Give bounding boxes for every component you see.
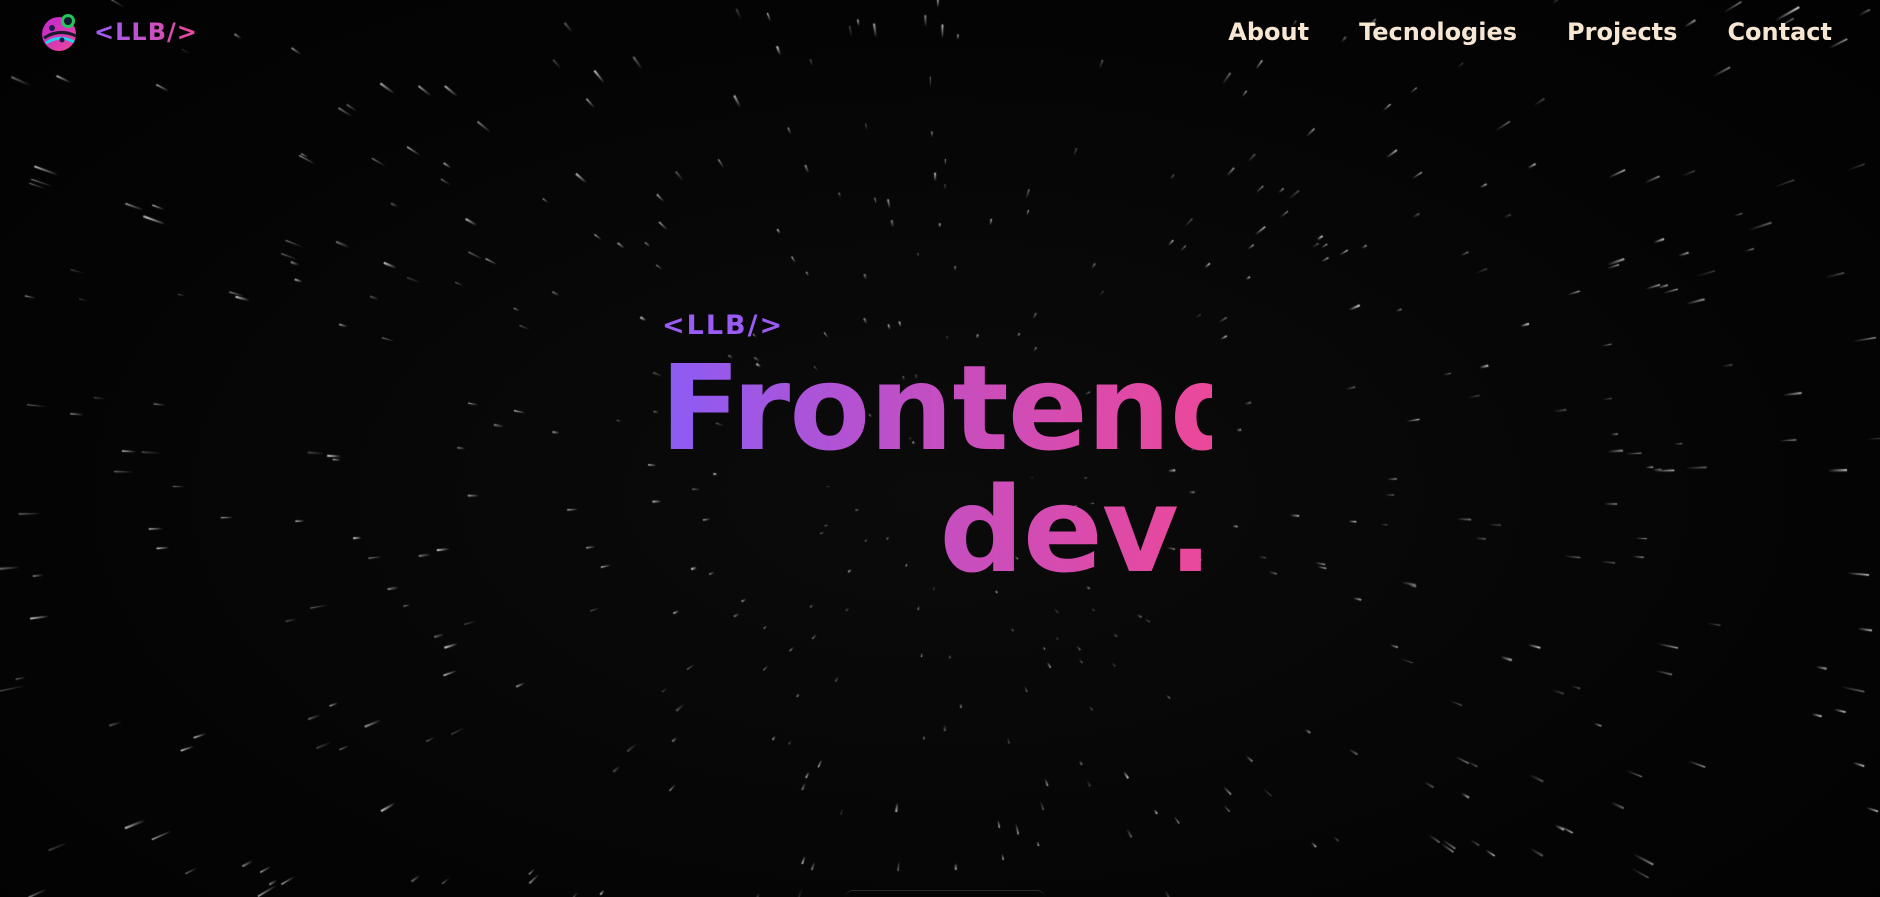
scroll-indicator[interactable] [845, 890, 1045, 897]
nav-link-projects[interactable]: Projects [1567, 18, 1677, 46]
nav-link-about[interactable]: About [1228, 18, 1309, 46]
nav-link-tecnologies[interactable]: Tecnologies [1359, 18, 1517, 46]
brand-text: <LLB/> [94, 18, 198, 46]
hero-title-line2: dev. [939, 461, 1212, 599]
hero-tag: <LLB/> [662, 310, 785, 341]
hero-section: <LLB/> Frontend dev. [660, 310, 1220, 591]
nav-link-contact[interactable]: Contact [1727, 18, 1832, 46]
brand-home-link[interactable]: <LLB/> [38, 10, 198, 54]
page: <LLB/> About Tecnologies Projects Contac… [0, 0, 1880, 897]
nav-links: About Tecnologies Projects Contact [1228, 18, 1832, 46]
navbar: <LLB/> About Tecnologies Projects Contac… [0, 0, 1880, 70]
hero-title: Frontend dev. [660, 347, 1212, 591]
astronaut-planet-logo-icon [42, 14, 77, 51]
hero-title-line1: Frontend [660, 339, 1254, 477]
